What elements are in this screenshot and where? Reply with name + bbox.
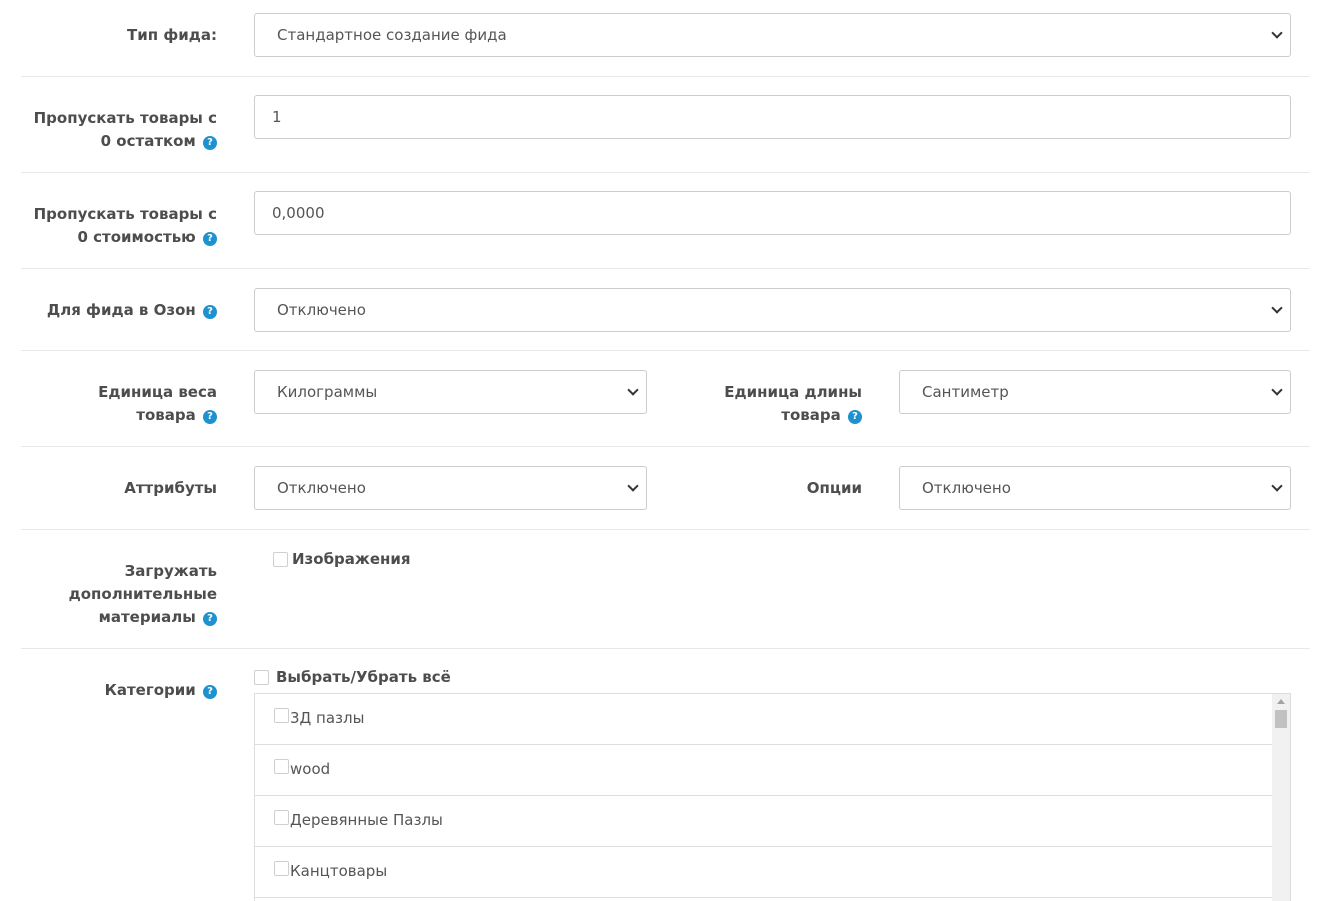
help-icon[interactable]: ? bbox=[203, 612, 217, 626]
length-unit-label: Единица длины товара ? bbox=[724, 383, 862, 424]
weight-unit-label: Единица веса товара ? bbox=[98, 383, 217, 424]
row-divider bbox=[21, 350, 1310, 351]
scroll-thumb[interactable] bbox=[1275, 710, 1287, 728]
category-checkbox[interactable] bbox=[274, 759, 289, 774]
help-icon[interactable]: ? bbox=[203, 410, 217, 424]
category-scrollbar[interactable] bbox=[1272, 694, 1290, 901]
scroll-up-arrow-icon[interactable] bbox=[1277, 699, 1285, 704]
row-divider bbox=[21, 648, 1310, 649]
category-item[interactable]: Деревянные Пазлы bbox=[255, 796, 1273, 847]
options-label: Опции bbox=[806, 479, 862, 497]
row-divider bbox=[21, 529, 1310, 530]
select-all-row[interactable]: Выбрать/Убрать всё bbox=[254, 668, 451, 686]
select-all-checkbox[interactable] bbox=[254, 669, 269, 685]
help-icon[interactable]: ? bbox=[203, 685, 217, 699]
select-all-label: Выбрать/Убрать всё bbox=[276, 668, 451, 686]
chevron-down-icon bbox=[1271, 384, 1283, 396]
chevron-down-icon bbox=[1271, 27, 1283, 39]
category-item[interactable]: wood bbox=[255, 745, 1273, 796]
row-divider bbox=[21, 76, 1310, 77]
extra-materials-label: Загружать дополнительные материалы ? bbox=[68, 562, 217, 626]
weight-unit-select[interactable]: Килограммы bbox=[254, 370, 647, 414]
help-icon[interactable]: ? bbox=[203, 232, 217, 246]
feed-type-label: Тип фида: bbox=[127, 26, 217, 44]
skip-zero-price-label: Пропускать товары с 0 стоимостью ? bbox=[33, 205, 217, 246]
category-item[interactable]: 3Д пазлы bbox=[255, 694, 1273, 745]
category-checkbox[interactable] bbox=[274, 810, 289, 825]
feed-type-value: Стандартное создание фида bbox=[277, 26, 507, 44]
category-checkbox[interactable] bbox=[274, 708, 289, 723]
skip-zero-stock-input[interactable]: 1 bbox=[254, 95, 1291, 139]
images-checkbox[interactable] bbox=[273, 551, 288, 567]
attributes-select[interactable]: Отключено bbox=[254, 466, 647, 510]
category-list[interactable]: 3Д пазлы wood Деревянные Пазлы Канцтовар… bbox=[254, 693, 1291, 901]
row-divider bbox=[21, 172, 1310, 173]
ozon-feed-label: Для фида в Озон ? bbox=[21, 299, 217, 322]
row-divider bbox=[21, 268, 1310, 269]
images-checkbox-row[interactable]: Изображения bbox=[273, 550, 411, 568]
help-icon[interactable]: ? bbox=[848, 410, 862, 424]
options-select[interactable]: Отключено bbox=[899, 466, 1291, 510]
help-icon[interactable]: ? bbox=[203, 136, 217, 150]
feed-settings-form: Тип фида: Стандартное создание фида Проп… bbox=[0, 0, 1324, 901]
chevron-down-icon bbox=[1271, 302, 1283, 314]
feed-type-select[interactable]: Стандартное создание фида bbox=[254, 13, 1291, 57]
chevron-down-icon bbox=[1271, 480, 1283, 492]
categories-label: Категории ? bbox=[21, 679, 217, 702]
help-icon[interactable]: ? bbox=[203, 305, 217, 319]
chevron-down-icon bbox=[627, 384, 639, 396]
attributes-label: Аттрибуты bbox=[124, 479, 217, 497]
images-checkbox-label: Изображения bbox=[292, 550, 411, 568]
skip-zero-stock-label: Пропускать товары с 0 остатком ? bbox=[33, 109, 217, 150]
chevron-down-icon bbox=[627, 480, 639, 492]
row-divider bbox=[21, 446, 1310, 447]
category-item[interactable]: Канцтовары bbox=[255, 847, 1273, 898]
skip-zero-price-input[interactable]: 0,0000 bbox=[254, 191, 1291, 235]
length-unit-select[interactable]: Сантиметр bbox=[899, 370, 1291, 414]
category-checkbox[interactable] bbox=[274, 861, 289, 876]
ozon-feed-select[interactable]: Отключено bbox=[254, 288, 1291, 332]
